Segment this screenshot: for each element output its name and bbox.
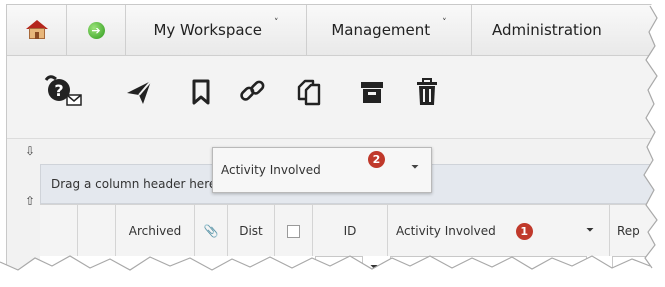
torn-edge-decoration	[0, 0, 665, 287]
